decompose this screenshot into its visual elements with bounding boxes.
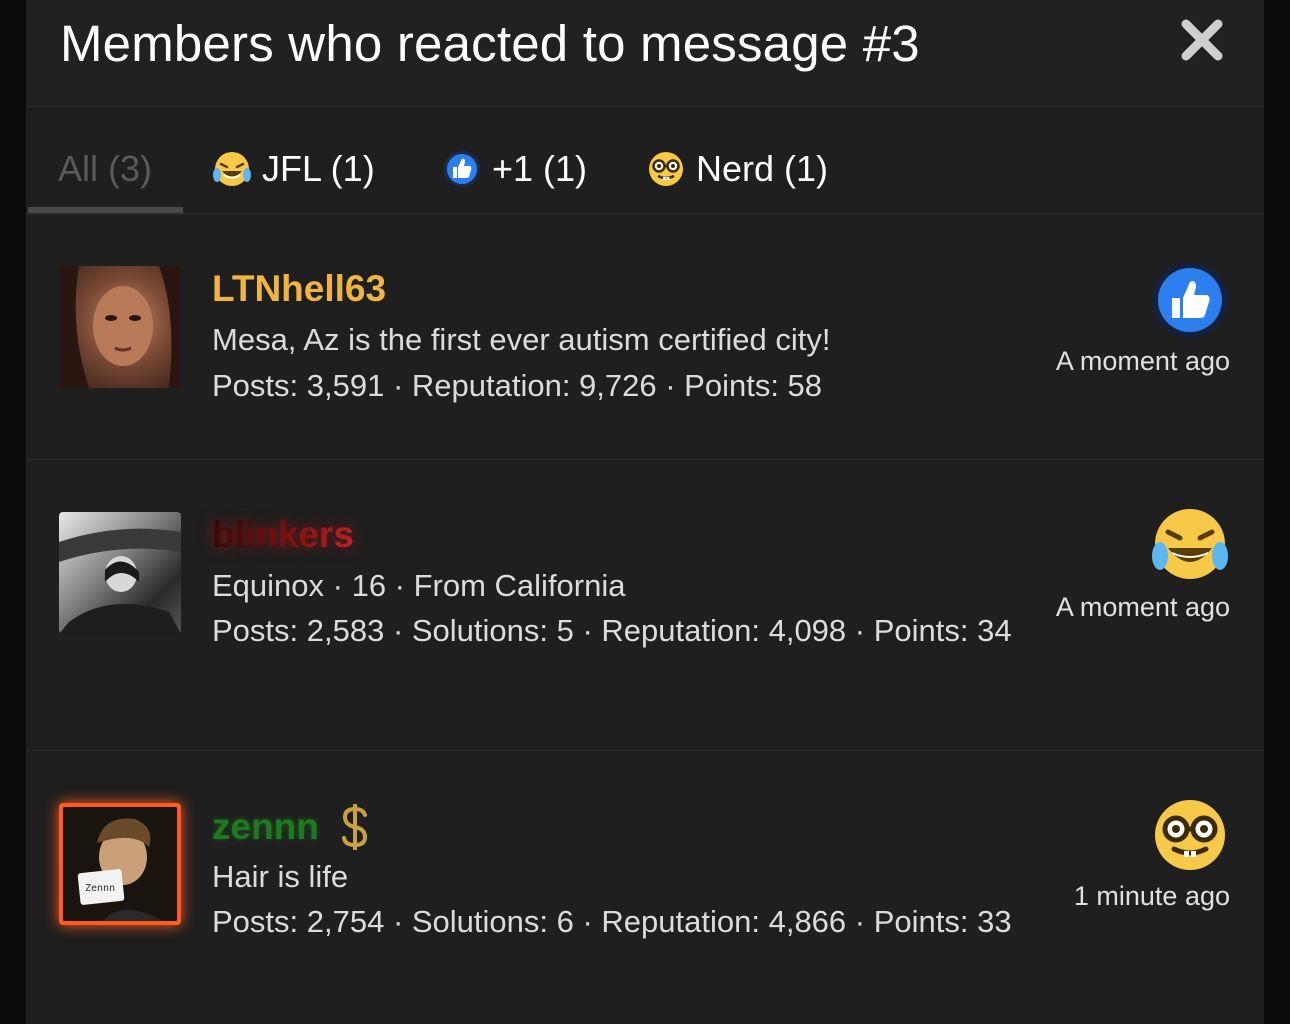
member-stats: Posts: 3,591 · Reputation: 9,726 · Point…: [212, 368, 823, 403]
reaction-tabs: All (3) JFL (1) +1 (1) Nerd (1): [26, 107, 1264, 215]
avatar[interactable]: Zennn: [59, 803, 181, 925]
thumbs-up-icon: [1152, 262, 1228, 338]
avatar-image: [59, 266, 181, 388]
tab-nerd[interactable]: Nerd (1): [646, 141, 828, 197]
tab-nerd-label: Nerd (1): [696, 148, 829, 189]
tab-all[interactable]: All (3): [58, 141, 152, 197]
avatar-image: [59, 528, 181, 634]
tab-all-label: All (3): [58, 148, 153, 189]
member-custom-title: Mesa, Az is the first ever autism certif…: [212, 322, 831, 357]
tab-jfl[interactable]: JFL (1): [212, 141, 375, 197]
member-row[interactable]: blinkers Equinox · 16 · From California …: [26, 460, 1264, 751]
member-stats: Posts: 2,754 · Solutions: 6 · Reputation…: [212, 904, 1012, 939]
nerd-emoji-icon: [649, 152, 683, 186]
username[interactable]: LTNhell63: [212, 268, 386, 310]
modal-title: Members who reacted to message #3: [60, 15, 920, 72]
reaction-time: A moment ago: [1055, 346, 1230, 376]
member-custom-title: Equinox · 16 · From California: [212, 568, 626, 603]
reaction-time: 1 minute ago: [1073, 881, 1230, 911]
backdrop-left: [0, 0, 26, 1024]
nerd-emoji-icon: [1155, 800, 1225, 870]
avatar[interactable]: [59, 512, 181, 634]
close-icon[interactable]: [1180, 18, 1224, 62]
reactions-modal: Members who reacted to message #3 All (3…: [26, 0, 1264, 1024]
avatar-image: Zennn: [63, 807, 177, 921]
tab-jfl-label: JFL (1): [262, 148, 375, 189]
username-text: blinkers: [212, 514, 354, 555]
username[interactable]: zennn: [212, 803, 373, 851]
member-custom-title: Hair is life: [212, 859, 349, 894]
reaction-time: A moment ago: [1055, 592, 1230, 622]
username-text: zennn: [212, 806, 319, 847]
username[interactable]: blinkers: [212, 514, 354, 556]
laughing-crying-emoji-icon: [1152, 509, 1228, 579]
backdrop-right: [1264, 0, 1290, 1024]
laughing-crying-emoji-icon: [213, 152, 251, 186]
modal-header: Members who reacted to message #3: [26, 0, 1264, 107]
active-tab-indicator: [28, 207, 183, 213]
thumbs-up-icon: [444, 151, 480, 187]
svg-text:Zennn: Zennn: [85, 883, 115, 894]
member-row[interactable]: Zennn zennn Hair is life Posts: 2,754 · …: [26, 751, 1264, 1024]
member-stats: Posts: 2,583 · Solutions: 5 · Reputation…: [212, 613, 1012, 648]
tab-plus-one[interactable]: +1 (1): [442, 141, 587, 197]
tab-plus-one-label: +1 (1): [492, 148, 588, 189]
avatar[interactable]: [59, 266, 181, 388]
member-row[interactable]: LTNhell63 Mesa, Az is the first ever aut…: [26, 214, 1264, 460]
dollar-sign-icon: [341, 804, 367, 850]
